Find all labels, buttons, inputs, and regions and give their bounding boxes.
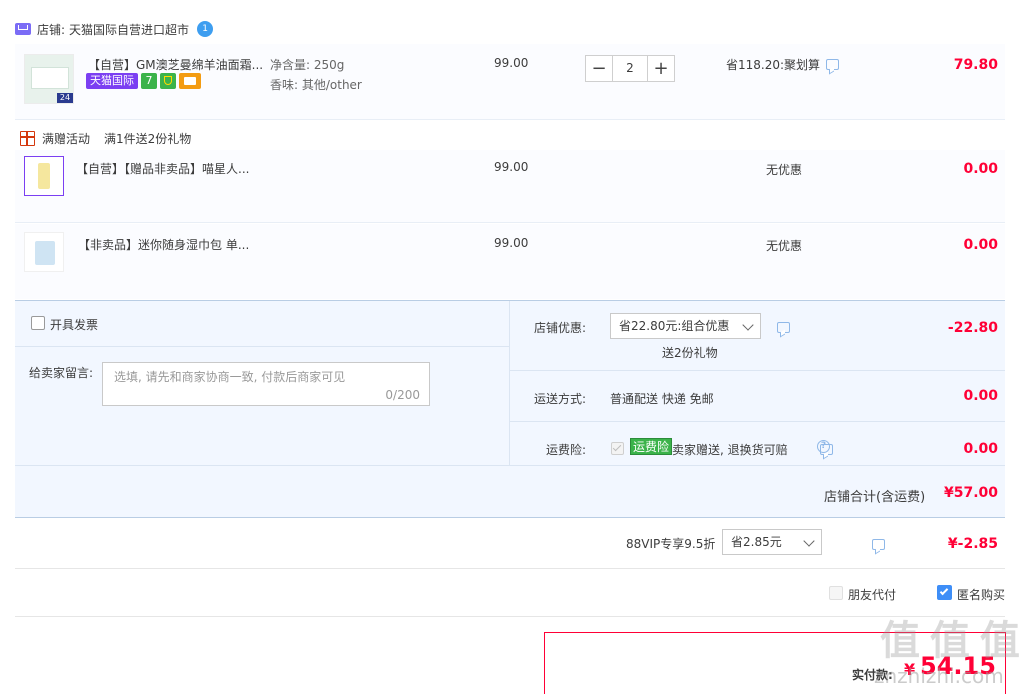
shop-label: 店铺: xyxy=(37,22,66,37)
shop-icon xyxy=(15,23,31,35)
quantity-input[interactable]: 2 xyxy=(613,55,647,82)
shipping-amount: 0.00 xyxy=(963,388,998,404)
item-2-discount: 无优惠 xyxy=(766,163,803,177)
item-1-title[interactable]: 【自营】GM澳芝曼绵羊油面霜... xyxy=(88,56,268,73)
item-3-thumbnail[interactable] xyxy=(24,232,64,272)
insurance-checkbox[interactable] xyxy=(611,442,624,455)
shop-discount-amount: -22.80 xyxy=(947,320,998,336)
item-1-thumbnail[interactable]: 24 xyxy=(24,54,74,104)
quantity-minus-button[interactable]: − xyxy=(585,55,613,82)
item-3-title[interactable]: 【非卖品】迷你随身湿巾包 单... xyxy=(78,236,268,253)
quantity-plus-button[interactable]: + xyxy=(647,55,675,82)
gift-icon xyxy=(20,131,35,146)
vip-discount-selected: 省2.85元 xyxy=(731,535,782,549)
shipping-value: 普通配送 快递 免邮 xyxy=(610,392,714,406)
item-3-unit-price: 99.00 xyxy=(494,236,529,250)
shop-name[interactable]: 天猫国际自营进口超市 xyxy=(69,21,189,38)
watermark-logo: 值 值 值 xyxy=(880,618,1020,664)
item-1-unit-price: 99.00 xyxy=(494,56,529,70)
shop-discount-label: 店铺优惠: xyxy=(534,321,587,335)
chat-icon[interactable] xyxy=(777,322,790,333)
item-1-total: 79.80 xyxy=(953,57,998,73)
left-panel-divider xyxy=(15,346,509,347)
item-1-quantity-stepper: − 2 + xyxy=(585,55,675,82)
shop-discount-select[interactable]: 省22.80元:组合优惠 xyxy=(610,313,761,339)
right-divider-1 xyxy=(510,370,1005,371)
message-textarea[interactable]: 选填, 请先和商家协商一致, 付款后商家可见 0/200 xyxy=(102,362,430,406)
vip-divider xyxy=(15,568,1005,569)
right-divider-3 xyxy=(15,465,1005,466)
message-placeholder: 选填, 请先和商家协商一致, 付款后商家可见 xyxy=(114,370,346,384)
shop-header: 店铺: 天猫国际自营进口超市 1 xyxy=(15,18,214,40)
check-icon xyxy=(939,586,949,596)
options-divider xyxy=(15,616,1005,617)
chat-icon[interactable] xyxy=(871,539,885,550)
item-1-discount-text: 省118.20:聚划算 xyxy=(726,58,821,72)
section-vertical-divider xyxy=(509,301,510,465)
item-1-sku-weight: 净含量: 250g xyxy=(270,58,345,72)
seven-day-return-icon: 7 xyxy=(141,73,157,89)
shop-total-label: 店铺合计(含运费) xyxy=(824,490,926,505)
item-2-title[interactable]: 【自营】【赠品非卖品】喵星人... xyxy=(76,160,266,177)
anonymous-checkbox[interactable] xyxy=(937,585,952,600)
friend-pay-label[interactable]: 朋友代付 xyxy=(848,586,896,603)
item-1-discount: 省118.20:聚划算 xyxy=(726,56,840,73)
card-pay-icon xyxy=(179,73,201,89)
friend-pay-checkbox[interactable] xyxy=(829,586,843,600)
chat-icon[interactable] xyxy=(826,59,840,70)
shipping-label: 运送方式: xyxy=(534,392,587,406)
insurance-badge: 运费险 xyxy=(630,438,673,455)
gift-activity-header: 满赠活动 满1件送2份礼物 xyxy=(20,130,191,147)
vip-discount-select[interactable]: 省2.85元 xyxy=(722,529,822,555)
insurance-amount: 0.00 xyxy=(963,441,998,457)
tmall-international-tag: 天猫国际 xyxy=(86,73,138,89)
watermark-url: znzhizhi.com xyxy=(874,664,1004,688)
insurance-label: 运费险: xyxy=(546,443,587,457)
item-2-thumbnail[interactable] xyxy=(24,156,64,196)
item-2-total: 0.00 xyxy=(963,161,998,177)
vip-label: 88VIP专享9.5折 xyxy=(626,537,716,551)
item-1-tags: 天猫国际 7 xyxy=(86,73,201,89)
right-divider-2 xyxy=(510,421,1005,422)
shop-discount-selected: 省22.80元:组合优惠 xyxy=(619,319,730,333)
shop-discount-sub: 送2份礼物 xyxy=(662,346,718,360)
invoice-label[interactable]: 开具发票 xyxy=(50,316,98,333)
anonymous-label[interactable]: 匿名购买 xyxy=(957,586,1005,603)
invoice-checkbox[interactable] xyxy=(31,316,45,330)
gift-activity-text: 满1件送2份礼物 xyxy=(104,132,192,146)
item-3-discount: 无优惠 xyxy=(766,239,803,253)
shop-chat-badge-icon[interactable]: 1 xyxy=(197,21,214,37)
item-1-sku-scent: 香味: 其他/other xyxy=(270,78,362,92)
gift-activity-label: 满赠活动 xyxy=(42,132,91,146)
message-counter: 0/200 xyxy=(385,388,420,402)
item-3-total: 0.00 xyxy=(963,237,998,253)
guarantee-icon xyxy=(160,73,176,89)
shop-total-amount: ¥57.00 xyxy=(943,485,998,501)
chevron-down-icon xyxy=(742,319,754,331)
vip-amount: ¥-2.85 xyxy=(947,536,998,552)
chevron-down-icon xyxy=(803,535,815,547)
item-2-unit-price: 99.00 xyxy=(494,160,529,174)
insurance-text: 卖家赠送, 退换货可赔 xyxy=(672,443,788,457)
message-label: 给卖家留言: xyxy=(29,366,94,380)
help-icon[interactable]: ? xyxy=(817,440,830,453)
